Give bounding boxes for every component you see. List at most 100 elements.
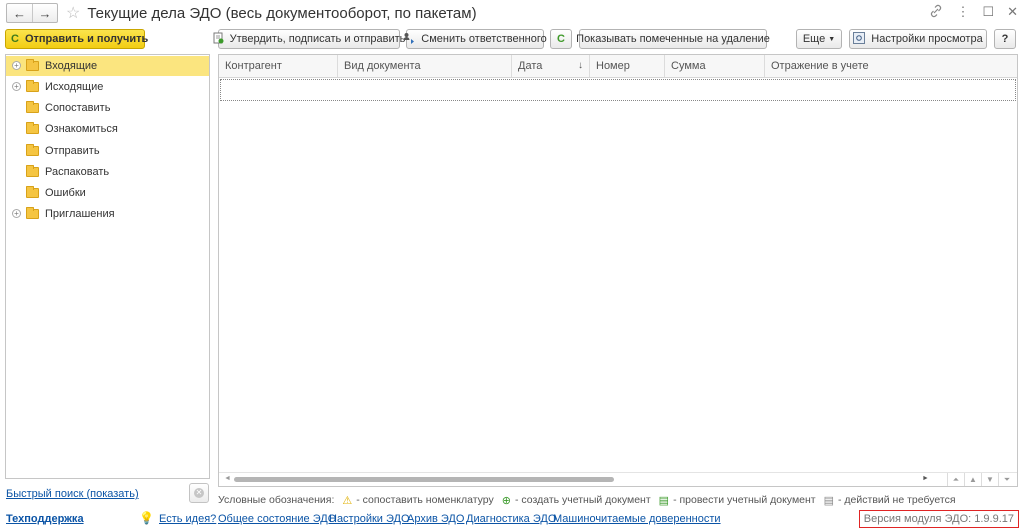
documents-table: Контрагент Вид документа Дата ↓ Номер Су… (218, 54, 1018, 487)
tree-item-label: Сопоставить (45, 102, 111, 114)
expand-icon[interactable]: + (12, 209, 21, 218)
clear-filter-button[interactable]: ✕ (189, 483, 209, 503)
edo-archive-link[interactable]: Архив ЭДО (407, 513, 464, 525)
scroll-first-icon[interactable]: ⏶ (947, 473, 964, 486)
approve-sign-send-label: Утвердить, подписать и отправить (229, 33, 406, 45)
add-circle-icon: ⊕ (501, 494, 511, 507)
tree-item-label: Ознакомиться (45, 123, 118, 135)
lightbulb-icon: 💡 (139, 511, 154, 525)
quick-search-link[interactable]: Быстрый поиск (показать) (6, 488, 139, 500)
scroll-down-icon[interactable]: ▼ (981, 473, 998, 486)
tree-item-review[interactable]: Ознакомиться (6, 119, 209, 139)
idea-link[interactable]: Есть идея? (159, 513, 216, 525)
change-responsible-icon (403, 32, 415, 47)
legend: Условные обозначения: ⚠ - сопоставить но… (218, 493, 956, 507)
tree-item-label: Исходящие (45, 81, 104, 93)
column-header-document-type[interactable]: Вид документа (338, 55, 512, 77)
folder-icon (26, 101, 39, 113)
refresh-icon: C (11, 33, 19, 45)
approve-sign-send-button[interactable]: Утвердить, подписать и отправить (213, 29, 405, 49)
menu-icon[interactable]: ⋮ (956, 4, 969, 21)
scroll-left-icon[interactable]: ◄ (224, 475, 231, 482)
chevron-down-icon: ▼ (828, 35, 836, 43)
column-header-number[interactable]: Номер (590, 55, 665, 77)
window-controls: ⋮ ☐ ✕ (929, 4, 1018, 21)
tree-item-label: Входящие (45, 60, 98, 72)
machine-readable-proxies-link[interactable]: Машиночитаемые доверенности (553, 513, 721, 525)
tree-item-unpack[interactable]: Распаковать (6, 162, 209, 182)
help-button[interactable]: ? (994, 29, 1016, 49)
folder-icon (26, 165, 39, 177)
view-settings-label: Настройки просмотра (871, 33, 983, 45)
expand-icon[interactable]: + (12, 82, 21, 91)
tree-item-errors[interactable]: Ошибки (6, 183, 209, 203)
sort-down-icon: ↓ (578, 60, 583, 71)
change-responsible-button[interactable]: Сменить ответственного (403, 29, 547, 49)
forward-icon[interactable]: → (32, 4, 57, 22)
title-bar: ← → ☆ Текущие дела ЭДО (весь документооб… (0, 0, 1024, 26)
tree-item-label: Приглашения (45, 208, 115, 220)
date-header-label: Дата (518, 60, 543, 72)
table-row[interactable] (220, 79, 1016, 101)
show-deleted-button[interactable]: Показывать помеченные на удаление (576, 29, 770, 49)
module-version: Версия модуля ЭДО: 1.9.9.17 (858, 510, 1019, 528)
tree-item-label: Отправить (45, 145, 100, 157)
edo-diagnostics-link[interactable]: Диагностика ЭДО (466, 513, 556, 525)
navigation-buttons: ← → (6, 3, 58, 23)
change-responsible-label: Сменить ответственного (421, 33, 547, 45)
folder-tree: + Входящие + Исходящие Сопоставить Ознак… (5, 54, 210, 479)
close-icon[interactable]: ✕ (1007, 4, 1018, 21)
view-settings-button[interactable]: Настройки просмотра (849, 29, 987, 49)
column-header-accounting[interactable]: Отражение в учете (765, 55, 1017, 77)
folder-icon (26, 80, 39, 92)
scroll-right-icon[interactable]: ► (922, 475, 929, 482)
document-sign-icon (213, 32, 224, 47)
refresh-icon: C (557, 33, 565, 45)
bottom-links-bar: Техподдержка 💡 Есть идея? Общее состояни… (0, 510, 1024, 528)
table-header: Контрагент Вид документа Дата ↓ Номер Су… (219, 55, 1017, 78)
legend-caption: Условные обозначения: (218, 494, 335, 506)
refresh-button[interactable]: C (550, 29, 572, 49)
no-action-icon: ▤ (823, 494, 835, 507)
edo-settings-link[interactable]: Настройки ЭДО (329, 513, 410, 525)
tree-item-invitations[interactable]: + Приглашения (6, 204, 209, 224)
show-deleted-label: Показывать помеченные на удаление (576, 33, 770, 45)
legend-item-text: - действий не требуется (838, 494, 956, 506)
more-label: Еще (802, 33, 826, 45)
legend-item-text: - сопоставить номенклатуру (356, 494, 494, 506)
scroll-up-icon[interactable]: ▲ (964, 473, 981, 486)
link-icon[interactable] (929, 4, 943, 21)
tree-item-incoming[interactable]: + Входящие (6, 56, 209, 76)
folder-icon (26, 122, 39, 134)
clear-icon: ✕ (194, 488, 204, 498)
help-icon: ? (1001, 33, 1009, 45)
column-header-amount[interactable]: Сумма (665, 55, 765, 77)
legend-item-text: - провести учетный документ (673, 494, 816, 506)
scroll-last-icon[interactable]: ⏷ (998, 473, 1015, 486)
column-header-date[interactable]: Дата ↓ (512, 55, 590, 77)
maximize-icon[interactable]: ☐ (982, 4, 994, 21)
expand-icon[interactable]: + (12, 61, 21, 70)
warning-icon: ⚠ (342, 494, 353, 507)
scroll-thumb[interactable] (234, 477, 614, 482)
page-title: Текущие дела ЭДО (весь документооборот, … (87, 4, 477, 22)
folder-icon (26, 186, 39, 198)
more-button[interactable]: Еще ▼ (796, 29, 842, 49)
post-document-icon: ▤ (658, 494, 670, 507)
folder-icon (26, 59, 39, 71)
edo-status-link[interactable]: Общее состояние ЭДО (218, 513, 336, 525)
folder-icon (26, 207, 39, 219)
horizontal-scrollbar[interactable]: ◄ ► ⏶ ▲ ▼ ⏷ (219, 472, 1017, 486)
tree-item-label: Распаковать (45, 166, 110, 178)
folder-icon (26, 144, 39, 156)
tree-item-outgoing[interactable]: + Исходящие (6, 77, 209, 97)
legend-item-text: - создать учетный документ (515, 494, 651, 506)
tree-item-send[interactable]: Отправить (6, 141, 209, 161)
back-icon[interactable]: ← (7, 4, 32, 22)
column-header-counterparty[interactable]: Контрагент (219, 55, 338, 77)
settings-icon (853, 31, 866, 47)
favorite-star-icon[interactable]: ☆ (66, 3, 80, 23)
support-link[interactable]: Техподдержка (6, 513, 84, 525)
send-receive-button[interactable]: C Отправить и получить (5, 29, 148, 49)
tree-item-match[interactable]: Сопоставить (6, 98, 209, 118)
